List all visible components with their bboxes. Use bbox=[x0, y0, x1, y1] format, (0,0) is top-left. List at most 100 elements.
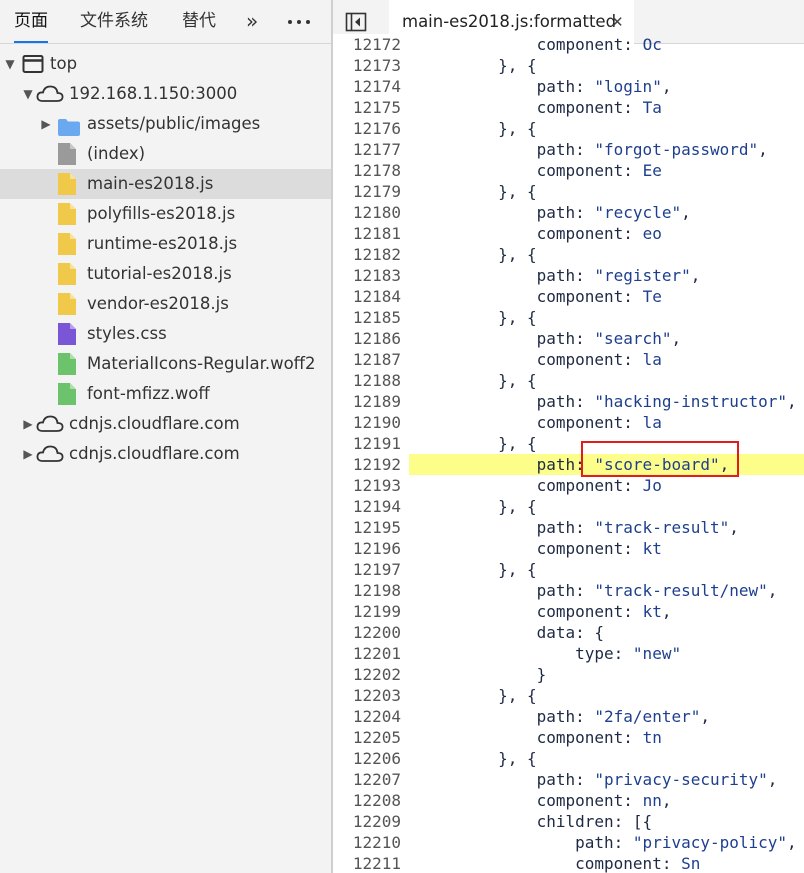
tree-item[interactable]: ▼ 192.168.1.150:3000 bbox=[0, 79, 331, 109]
tree-item[interactable]: MaterialIcons-Regular.woff2 bbox=[0, 349, 331, 379]
tree-item[interactable]: vendor-es2018.js bbox=[0, 289, 331, 319]
collapse-arrow-icon[interactable]: ▶ bbox=[40, 109, 52, 139]
code-line[interactable]: 12202 } bbox=[333, 664, 804, 685]
code-line[interactable]: 12186 path: "search", bbox=[333, 328, 804, 349]
line-gutter[interactable]: 12190 bbox=[333, 412, 409, 433]
code-line[interactable]: 12206 }, { bbox=[333, 748, 804, 769]
line-gutter[interactable]: 12181 bbox=[333, 223, 409, 244]
code-line[interactable]: 12207 path: "privacy-security", bbox=[333, 769, 804, 790]
tree-item[interactable]: (index) bbox=[0, 139, 331, 169]
line-gutter[interactable]: 12201 bbox=[333, 643, 409, 664]
code-line[interactable]: 12211 component: Sn bbox=[333, 853, 804, 873]
line-gutter[interactable]: 12205 bbox=[333, 727, 409, 748]
line-gutter[interactable]: 12195 bbox=[333, 517, 409, 538]
tree-item[interactable]: font-mfizz.woff bbox=[0, 379, 331, 409]
toggle-navigator-icon[interactable] bbox=[345, 11, 367, 33]
line-gutter[interactable]: 12200 bbox=[333, 622, 409, 643]
code-line[interactable]: 12203 }, { bbox=[333, 685, 804, 706]
code-line[interactable]: 12199 component: kt, bbox=[333, 601, 804, 622]
line-gutter[interactable]: 12192 bbox=[333, 454, 409, 475]
code-line[interactable]: 12201 type: "new" bbox=[333, 643, 804, 664]
line-gutter[interactable]: 12176 bbox=[333, 118, 409, 139]
expand-arrow-icon[interactable]: ▼ bbox=[22, 79, 34, 109]
code-line[interactable]: 12185 }, { bbox=[333, 307, 804, 328]
code-line[interactable]: 12184 component: Te bbox=[333, 286, 804, 307]
line-gutter[interactable]: 12197 bbox=[333, 559, 409, 580]
line-gutter[interactable]: 12211 bbox=[333, 853, 409, 873]
line-gutter[interactable]: 12180 bbox=[333, 202, 409, 223]
code-line[interactable]: 12173 }, { bbox=[333, 55, 804, 76]
line-gutter[interactable]: 12207 bbox=[333, 769, 409, 790]
line-gutter[interactable]: 12189 bbox=[333, 391, 409, 412]
line-gutter[interactable]: 12193 bbox=[333, 475, 409, 496]
code-line[interactable]: 12182 }, { bbox=[333, 244, 804, 265]
line-gutter[interactable]: 12209 bbox=[333, 811, 409, 832]
line-gutter[interactable]: 12191 bbox=[333, 433, 409, 454]
line-gutter[interactable]: 12196 bbox=[333, 538, 409, 559]
tree-item[interactable]: ▶ assets/public/images bbox=[0, 109, 331, 139]
code-line[interactable]: 12174 path: "login", bbox=[333, 76, 804, 97]
code-line[interactable]: 12187 component: la bbox=[333, 349, 804, 370]
code-line[interactable]: 12176 }, { bbox=[333, 118, 804, 139]
expand-arrow-icon[interactable]: ▼ bbox=[4, 49, 16, 79]
tree-item[interactable]: main-es2018.js bbox=[0, 169, 331, 199]
tree-item[interactable]: ▶ cdnjs.cloudflare.com bbox=[0, 439, 331, 469]
line-gutter[interactable]: 12198 bbox=[333, 580, 409, 601]
line-gutter[interactable]: 12208 bbox=[333, 790, 409, 811]
collapse-arrow-icon[interactable]: ▶ bbox=[22, 409, 34, 439]
line-gutter[interactable]: 12172 bbox=[333, 34, 409, 55]
code-line[interactable]: 12188 }, { bbox=[333, 370, 804, 391]
line-gutter[interactable]: 12202 bbox=[333, 664, 409, 685]
line-gutter[interactable]: 12178 bbox=[333, 160, 409, 181]
code-line[interactable]: 12195 path: "track-result", bbox=[333, 517, 804, 538]
line-gutter[interactable]: 12179 bbox=[333, 181, 409, 202]
code-line[interactable]: 12204 path: "2fa/enter", bbox=[333, 706, 804, 727]
line-gutter[interactable]: 12185 bbox=[333, 307, 409, 328]
line-gutter[interactable]: 12186 bbox=[333, 328, 409, 349]
line-gutter[interactable]: 12204 bbox=[333, 706, 409, 727]
tab-page[interactable]: 页面 bbox=[14, 0, 48, 44]
line-gutter[interactable]: 12199 bbox=[333, 601, 409, 622]
code-line[interactable]: 12205 component: tn bbox=[333, 727, 804, 748]
line-gutter[interactable]: 12182 bbox=[333, 244, 409, 265]
code-line[interactable]: 12181 component: eo bbox=[333, 223, 804, 244]
line-gutter[interactable]: 12184 bbox=[333, 286, 409, 307]
more-tabs-button[interactable]: » bbox=[246, 0, 258, 44]
code-line[interactable]: 12183 path: "register", bbox=[333, 265, 804, 286]
code-line[interactable]: 12200 data: { bbox=[333, 622, 804, 643]
tree-item[interactable]: runtime-es2018.js bbox=[0, 229, 331, 259]
tab-overrides[interactable]: 替代 bbox=[182, 0, 216, 44]
code-line[interactable]: 12189 path: "hacking-instructor", bbox=[333, 391, 804, 412]
code-line[interactable]: 12178 component: Ee bbox=[333, 160, 804, 181]
code-line[interactable]: 12190 component: la bbox=[333, 412, 804, 433]
tree-item[interactable]: ▶ cdnjs.cloudflare.com bbox=[0, 409, 331, 439]
line-gutter[interactable]: 12187 bbox=[333, 349, 409, 370]
line-gutter[interactable]: 12206 bbox=[333, 748, 409, 769]
code-line[interactable]: 12179 }, { bbox=[333, 181, 804, 202]
code-line[interactable]: 12180 path: "recycle", bbox=[333, 202, 804, 223]
line-gutter[interactable]: 12203 bbox=[333, 685, 409, 706]
code-line[interactable]: 12194 }, { bbox=[333, 496, 804, 517]
tree-item[interactable]: polyfills-es2018.js bbox=[0, 199, 331, 229]
line-gutter[interactable]: 12210 bbox=[333, 832, 409, 853]
line-gutter[interactable]: 12173 bbox=[333, 55, 409, 76]
tree-item[interactable]: tutorial-es2018.js bbox=[0, 259, 331, 289]
code-line[interactable]: 12198 path: "track-result/new", bbox=[333, 580, 804, 601]
tab-filesystem[interactable]: 文件系统 bbox=[80, 0, 148, 44]
code-line[interactable]: 12177 path: "forgot-password", bbox=[333, 139, 804, 160]
collapse-arrow-icon[interactable]: ▶ bbox=[22, 439, 34, 469]
tree-item[interactable]: styles.css bbox=[0, 319, 331, 349]
tree-item[interactable]: ▼ top bbox=[0, 49, 331, 79]
code-line[interactable]: 12193 component: Jo bbox=[333, 475, 804, 496]
line-gutter[interactable]: 12183 bbox=[333, 265, 409, 286]
line-gutter[interactable]: 12175 bbox=[333, 97, 409, 118]
more-options-icon[interactable] bbox=[286, 0, 312, 44]
line-gutter[interactable]: 12174 bbox=[333, 76, 409, 97]
code-line[interactable]: 12172 component: Oc bbox=[333, 34, 804, 55]
line-gutter[interactable]: 12188 bbox=[333, 370, 409, 391]
code-line[interactable]: 12208 component: nn, bbox=[333, 790, 804, 811]
code-line[interactable]: 12210 path: "privacy-policy", bbox=[333, 832, 804, 853]
code-line[interactable]: 12197 }, { bbox=[333, 559, 804, 580]
line-gutter[interactable]: 12177 bbox=[333, 139, 409, 160]
code-line[interactable]: 12209 children: [{ bbox=[333, 811, 804, 832]
